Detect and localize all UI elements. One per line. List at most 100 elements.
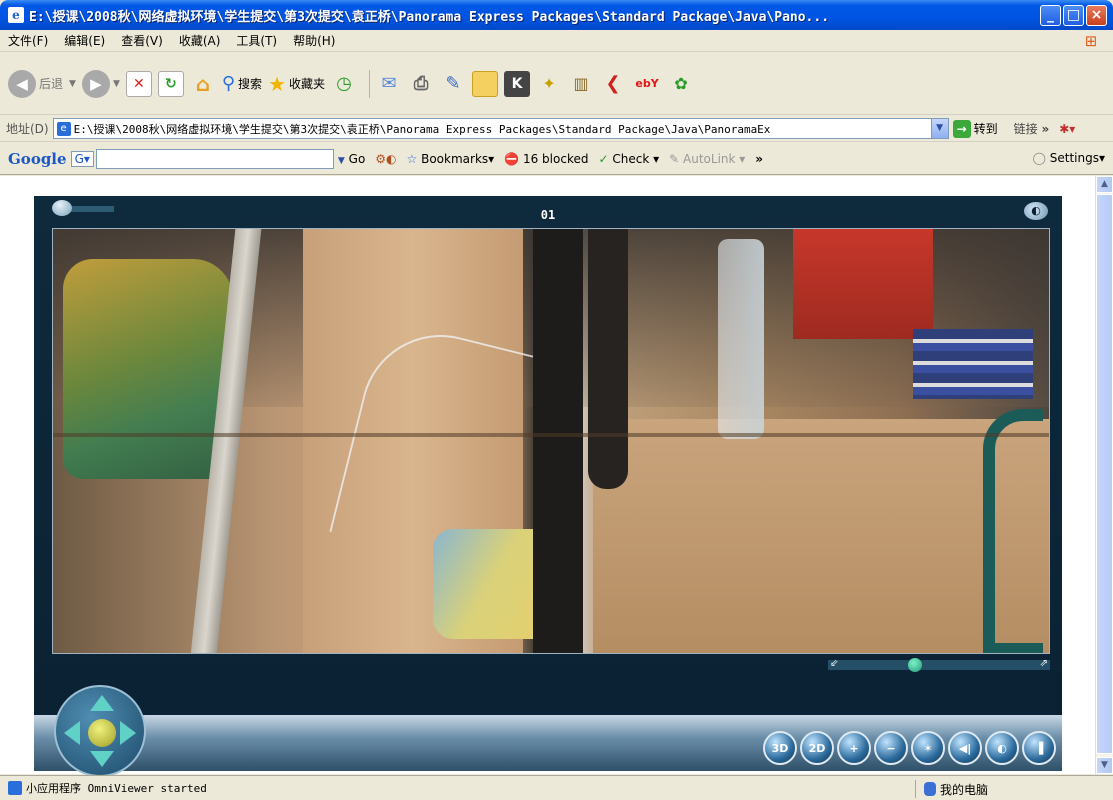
- fullscreen-button[interactable]: ◐: [985, 731, 1019, 765]
- mail-icon[interactable]: ✉: [376, 71, 402, 97]
- blocked-icon: ⛔: [504, 151, 520, 166]
- zoom-out-button[interactable]: −: [874, 731, 908, 765]
- star-outline-icon: ☆: [406, 151, 418, 166]
- menu-help[interactable]: 帮助(H): [285, 32, 343, 49]
- windows-logo-icon: ⊞: [1084, 32, 1098, 50]
- pagerank-icon[interactable]: ⚙◐: [375, 152, 396, 166]
- chevron-down-icon[interactable]: ▼: [113, 79, 120, 89]
- panorama-viewer[interactable]: 01 ◐ ⇙ ⇗ 3D 2D + − ✶ ◀| ◐ ▐: [34, 196, 1062, 777]
- info-button[interactable]: ▐: [1022, 731, 1056, 765]
- google-search-input[interactable]: [95, 148, 334, 169]
- search-icon: ⚲: [221, 73, 236, 94]
- refresh-icon[interactable]: ↻: [157, 70, 184, 97]
- panorama-image[interactable]: [52, 228, 1050, 654]
- stop-icon[interactable]: ✕: [125, 70, 152, 97]
- favorites-button[interactable]: ★ 收藏夹: [268, 72, 325, 96]
- planet-icon[interactable]: ◐: [1024, 202, 1048, 220]
- scroll-up-icon[interactable]: ▲: [1096, 176, 1113, 193]
- address-bar: 地址(D) e E:\授课\2008秋\网络虚拟环境\学生提交\第3次提交\袁正…: [0, 116, 1113, 142]
- google-g-icon[interactable]: G▾: [70, 150, 94, 167]
- go-button[interactable]: → 转到: [952, 119, 998, 138]
- note-icon[interactable]: [472, 70, 499, 97]
- scroll-down-icon[interactable]: ▼: [1096, 757, 1113, 774]
- chevron-down-icon: ▼: [337, 155, 345, 166]
- search-label: 搜索: [238, 77, 263, 91]
- menu-edit[interactable]: 编辑(E): [56, 32, 113, 49]
- spellcheck-icon: ✓: [598, 151, 609, 166]
- pan-slider-knob[interactable]: [908, 658, 922, 672]
- menu-favorites[interactable]: 收藏(A): [171, 32, 229, 49]
- standard-toolbar: ◀ 后退 ▼ ▶ ▼ ✕ ↻ ⌂ ⚲ 搜索 ★ 收藏夹 ◷ ✉ ⎙ ✎ K ✦ …: [0, 53, 1113, 115]
- chevron-down-icon[interactable]: ▼: [930, 119, 948, 138]
- check-label: Check: [612, 151, 650, 166]
- vertical-scrollbar[interactable]: ▲ ▼: [1095, 176, 1113, 774]
- autolink-button[interactable]: ✎ AutoLink ▾: [669, 152, 745, 166]
- settings-label: Settings: [1049, 151, 1099, 165]
- google-go-button[interactable]: ▼ Go: [338, 152, 365, 166]
- title-bar: e E:\授课\2008秋\网络虚拟环境\学生提交\第3次提交\袁正桥\Pano…: [0, 0, 1113, 30]
- menu-tools[interactable]: 工具(T): [228, 32, 285, 49]
- nav-center-button[interactable]: [88, 719, 116, 747]
- settings-button[interactable]: ◯ Settings▾: [1032, 151, 1105, 165]
- menu-file[interactable]: 文件(F): [0, 32, 56, 49]
- close-button[interactable]: ×: [1086, 4, 1107, 26]
- status-bar: 小应用程序 OmniViewer started 我的电脑: [0, 775, 1113, 800]
- links-button[interactable]: 链接 »: [1014, 120, 1050, 137]
- maximize-button[interactable]: □: [1063, 4, 1084, 26]
- search-button[interactable]: ⚲ 搜索: [222, 73, 262, 94]
- sound-button[interactable]: ◀|: [948, 731, 982, 765]
- popup-blocker-button[interactable]: ⛔ 16 blocked: [504, 152, 588, 166]
- pan-left-icon[interactable]: ⇙: [830, 658, 838, 669]
- frame-number: 01: [540, 208, 556, 222]
- address-field[interactable]: e E:\授课\2008秋\网络虚拟环境\学生提交\第3次提交\袁正桥\Pano…: [52, 118, 949, 139]
- chevron-right-icon[interactable]: »: [755, 152, 763, 166]
- favorites-label: 收藏夹: [289, 77, 326, 91]
- back-button[interactable]: ◀ 后退 ▼: [8, 69, 76, 98]
- home-icon[interactable]: ⌂: [190, 71, 216, 97]
- pan-right-icon[interactable]: ⇗: [1040, 658, 1048, 669]
- pan-slider[interactable]: ⇙ ⇗: [828, 658, 1050, 672]
- navigation-pad[interactable]: [54, 685, 146, 777]
- scene-bottle: [718, 239, 764, 439]
- chevron-right-icon: »: [1041, 122, 1050, 136]
- library-icon[interactable]: ▥: [568, 71, 594, 97]
- messenger-icon[interactable]: ✿: [668, 71, 694, 97]
- scroll-thumb[interactable]: [1096, 194, 1113, 754]
- menu-bar: 文件(F) 编辑(E) 查看(V) 收藏(A) 工具(T) 帮助(H) ⊞: [0, 30, 1113, 52]
- settings-circle-icon: ◯: [1032, 151, 1046, 165]
- mode-3d-button[interactable]: 3D: [763, 731, 797, 765]
- page-icon: e: [56, 121, 71, 136]
- chevron-down-icon[interactable]: ▼: [69, 79, 76, 89]
- edit-icon[interactable]: ✎: [440, 71, 466, 97]
- computer-icon: [924, 782, 936, 796]
- feather-icon[interactable]: ❮: [600, 71, 626, 97]
- scene-chair: [983, 409, 1043, 653]
- k-icon[interactable]: K: [504, 70, 531, 97]
- spellcheck-button[interactable]: ✓ Check ▾: [598, 152, 659, 166]
- print-icon[interactable]: ⎙: [408, 71, 434, 97]
- scene-belt: [533, 229, 583, 653]
- menu-view[interactable]: 查看(V): [113, 32, 171, 49]
- bookmarks-button[interactable]: ☆ Bookmarks▾: [407, 152, 495, 166]
- nav-down-icon[interactable]: [90, 751, 114, 767]
- history-icon[interactable]: ◷: [331, 71, 357, 97]
- mode-2d-button[interactable]: 2D: [800, 731, 834, 765]
- window-title: E:\授课\2008秋\网络虚拟环境\学生提交\第3次提交\袁正桥\Panora…: [29, 9, 830, 25]
- zoom-in-button[interactable]: +: [837, 731, 871, 765]
- scene-desk: [593, 419, 1049, 653]
- nav-up-icon[interactable]: [90, 695, 114, 711]
- hotspot-button[interactable]: ✶: [911, 731, 945, 765]
- nav-right-icon[interactable]: [120, 721, 136, 745]
- forward-button[interactable]: ▶ ▼: [81, 69, 120, 98]
- star-icon: ★: [268, 71, 286, 96]
- translate-icon[interactable]: ✱▾: [1059, 122, 1075, 136]
- google-logo: Google: [8, 149, 67, 168]
- ebay-icon[interactable]: ebY: [632, 71, 662, 97]
- status-text: 小应用程序 OmniViewer started: [26, 782, 207, 795]
- address-value[interactable]: E:\授课\2008秋\网络虚拟环境\学生提交\第3次提交\袁正桥\Panora…: [74, 121, 931, 137]
- minimize-button[interactable]: _: [1040, 4, 1061, 26]
- bookmarks-label: Bookmarks: [421, 151, 489, 166]
- scene-books: [913, 329, 1033, 399]
- nav-left-icon[interactable]: [64, 721, 80, 745]
- plugin-icon[interactable]: ✦: [536, 71, 562, 97]
